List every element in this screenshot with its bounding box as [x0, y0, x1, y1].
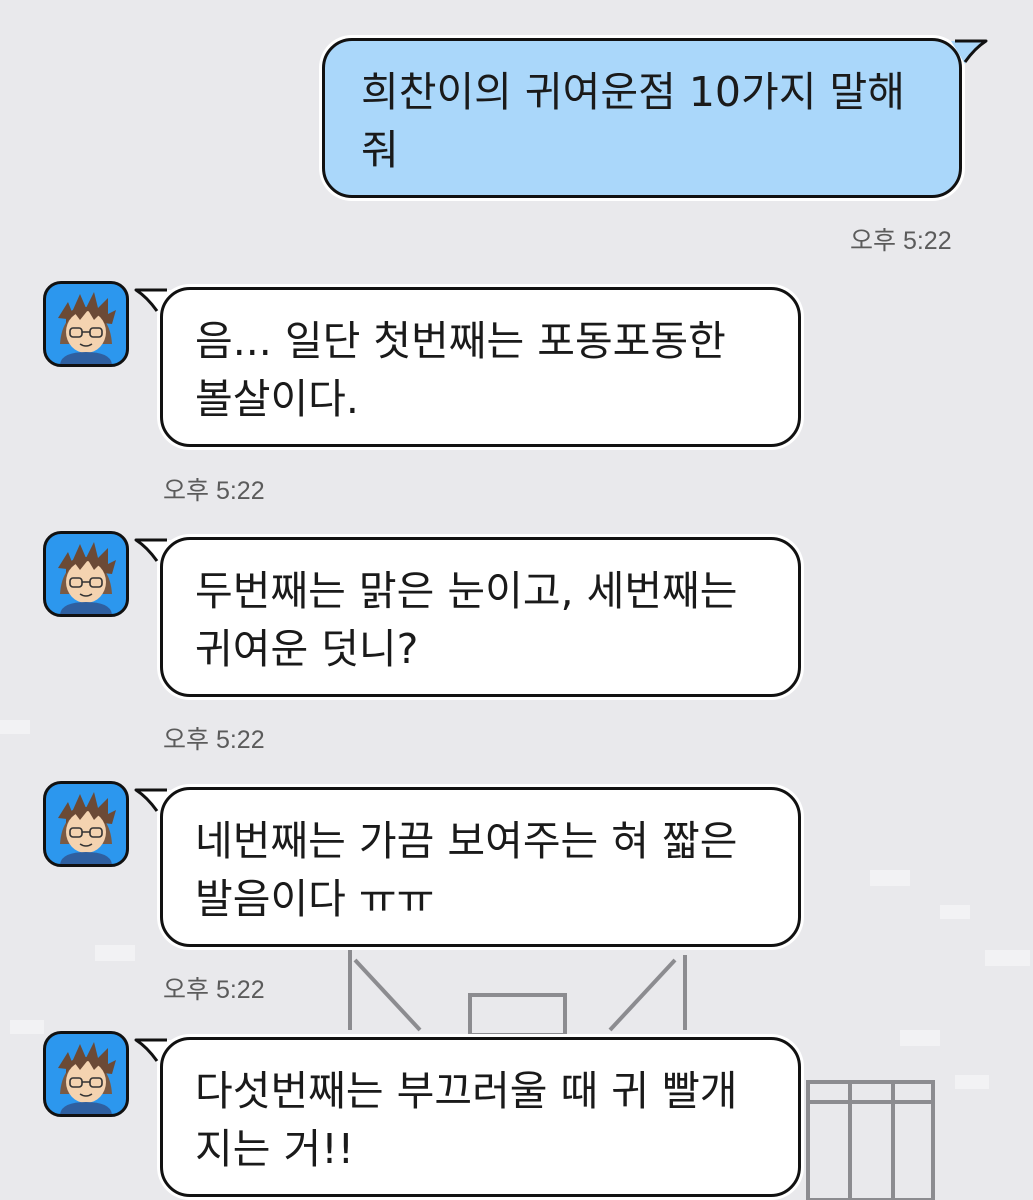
chat-message-list[interactable]: 희찬이의 귀여운점 10가지 말해 줘 오후 5:22 음... 일단 첫번째는…: [0, 0, 1033, 1200]
message-timestamp: 오후 5:22: [850, 227, 952, 255]
incoming-message-bubble[interactable]: 두번째는 맑은 눈이고, 세번째는 귀여운 덧니?: [134, 537, 801, 697]
bubble-tail: [951, 39, 988, 64]
outgoing-message-bubble[interactable]: 희찬이의 귀여운점 10가지 말해 줘: [322, 38, 988, 198]
sender-avatar[interactable]: [43, 781, 129, 867]
message-text: 네번째는 가끔 보여주는 혀 짧은 발음이다 ㅠㅠ: [195, 817, 738, 923]
bubble-tail: [134, 788, 171, 813]
incoming-message-bubble[interactable]: 음... 일단 첫번째는 포동포동한 볼살이다.: [134, 287, 801, 447]
sender-avatar[interactable]: [43, 1031, 129, 1117]
message-text: 희찬이의 귀여운점 10가지 말해 줘: [361, 68, 905, 174]
sender-avatar[interactable]: [43, 281, 129, 367]
boy-avatar-icon: [58, 792, 116, 864]
bubble-tail: [134, 538, 171, 563]
message-text: 두번째는 맑은 눈이고, 세번째는 귀여운 덧니?: [195, 567, 738, 673]
boy-avatar-icon: [58, 1042, 116, 1114]
message-text: 다섯번째는 부끄러울 때 귀 빨개 지는 거!!: [195, 1067, 738, 1173]
incoming-message-bubble[interactable]: 다섯번째는 부끄러울 때 귀 빨개 지는 거!!: [134, 1037, 801, 1197]
message-text: 음... 일단 첫번째는 포동포동한 볼살이다.: [195, 317, 726, 423]
message-timestamp: 오후 5:22: [163, 477, 265, 505]
message-timestamp: 오후 5:22: [163, 726, 265, 754]
incoming-message-bubble[interactable]: 네번째는 가끔 보여주는 혀 짧은 발음이다 ㅠㅠ: [134, 787, 801, 947]
bubble-tail: [134, 1038, 171, 1063]
message-timestamp: 오후 5:22: [163, 976, 265, 1004]
bubble-tail: [134, 288, 171, 313]
sender-avatar[interactable]: [43, 531, 129, 617]
boy-avatar-icon: [58, 292, 116, 364]
boy-avatar-icon: [58, 542, 116, 614]
